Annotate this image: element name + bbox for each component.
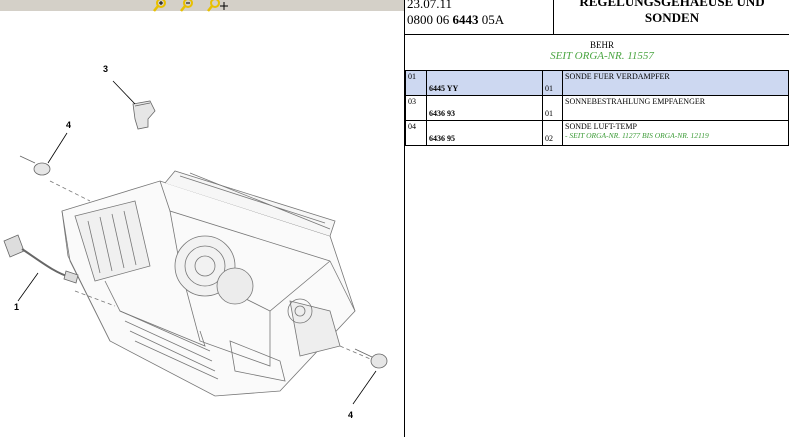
reference-cell[interactable]: 6436 95 [426, 120, 543, 146]
reference-number[interactable]: 6436 93 [429, 109, 455, 118]
header-title-cell: REGELUNGSGEHAEUSE UND SONDEN [553, 0, 789, 34]
quantity-cell: 01 [542, 70, 563, 96]
callout-label: 4 [66, 120, 72, 130]
table-row[interactable]: 01 6445 YY 01 SONDE FUER VERDAMPFER [405, 70, 789, 96]
quantity-cell: 02 [542, 120, 563, 146]
quantity-cell: 01 [542, 95, 563, 121]
description-cell: SONDE LUFT-TEMP - SEIT ORGA-NR. 11277 BIS… [562, 120, 789, 146]
zoom-toolbar [0, 0, 404, 12]
supplier-block: BEHR SEIT ORGA-NR. 11557 [405, 35, 789, 68]
reference-number[interactable]: 6445 YY [429, 84, 458, 93]
exploded-view-diagram [3, 80, 388, 405]
table-row[interactable]: 03 6436 93 01 SONNEBESTRAHLUNG EMPFAENGER [405, 95, 789, 121]
page-title: REGELUNGSGEHAEUSE UND SONDEN [579, 0, 765, 25]
description-cell: SONNEBESTRAHLUNG EMPFAENGER [562, 95, 789, 121]
callout-label: 3 [103, 64, 109, 74]
position-cell: 03 [405, 95, 427, 121]
catalog-date: 23.07.11 [407, 0, 453, 11]
reference-cell[interactable]: 6445 YY [426, 70, 543, 96]
position-cell: 04 [405, 120, 427, 146]
air-temp-sensor-upper [19, 132, 68, 176]
parts-table: 01 6445 YY 01 SONDE FUER VERDAMPFER 03 6436 9… [405, 70, 789, 146]
table-row[interactable]: 04 6436 95 02 SONDE LUFT-TEMP - SEIT ORGA-NR… [405, 120, 789, 146]
catalog-code: 0800 06 6443 05A [407, 12, 505, 27]
sun-sensor-part [112, 80, 156, 130]
heater-housing [61, 170, 356, 397]
callout-label: 4 [348, 410, 354, 420]
supplier-note: SEIT ORGA-NR. 11557 [550, 50, 654, 62]
air-temp-sensor-lower [352, 348, 388, 405]
diagram-pane: 3 4 1 4 [0, 0, 404, 437]
reference-cell[interactable]: 6436 93 [426, 95, 543, 121]
header-meta: 23.07.11 0800 06 6443 05A [407, 0, 553, 28]
callout-label: 1 [14, 302, 20, 312]
position-cell: 01 [405, 70, 427, 96]
supplier-name: BEHR [589, 40, 614, 50]
parts-pane: 23.07.11 0800 06 6443 05A REGELUNGSGEHAE… [405, 0, 789, 437]
part-description: SONDE FUER VERDAMPFER [565, 72, 670, 81]
part-description: SONNEBESTRAHLUNG EMPFAENGER [565, 97, 706, 106]
part-note: - SEIT ORGA-NR. 11277 BIS ORGA-NR. 12119 [565, 131, 709, 140]
description-cell: SONDE FUER VERDAMPFER [562, 70, 789, 96]
reference-number[interactable]: 6436 95 [429, 134, 455, 143]
part-description: SONDE LUFT-TEMP [565, 122, 637, 131]
